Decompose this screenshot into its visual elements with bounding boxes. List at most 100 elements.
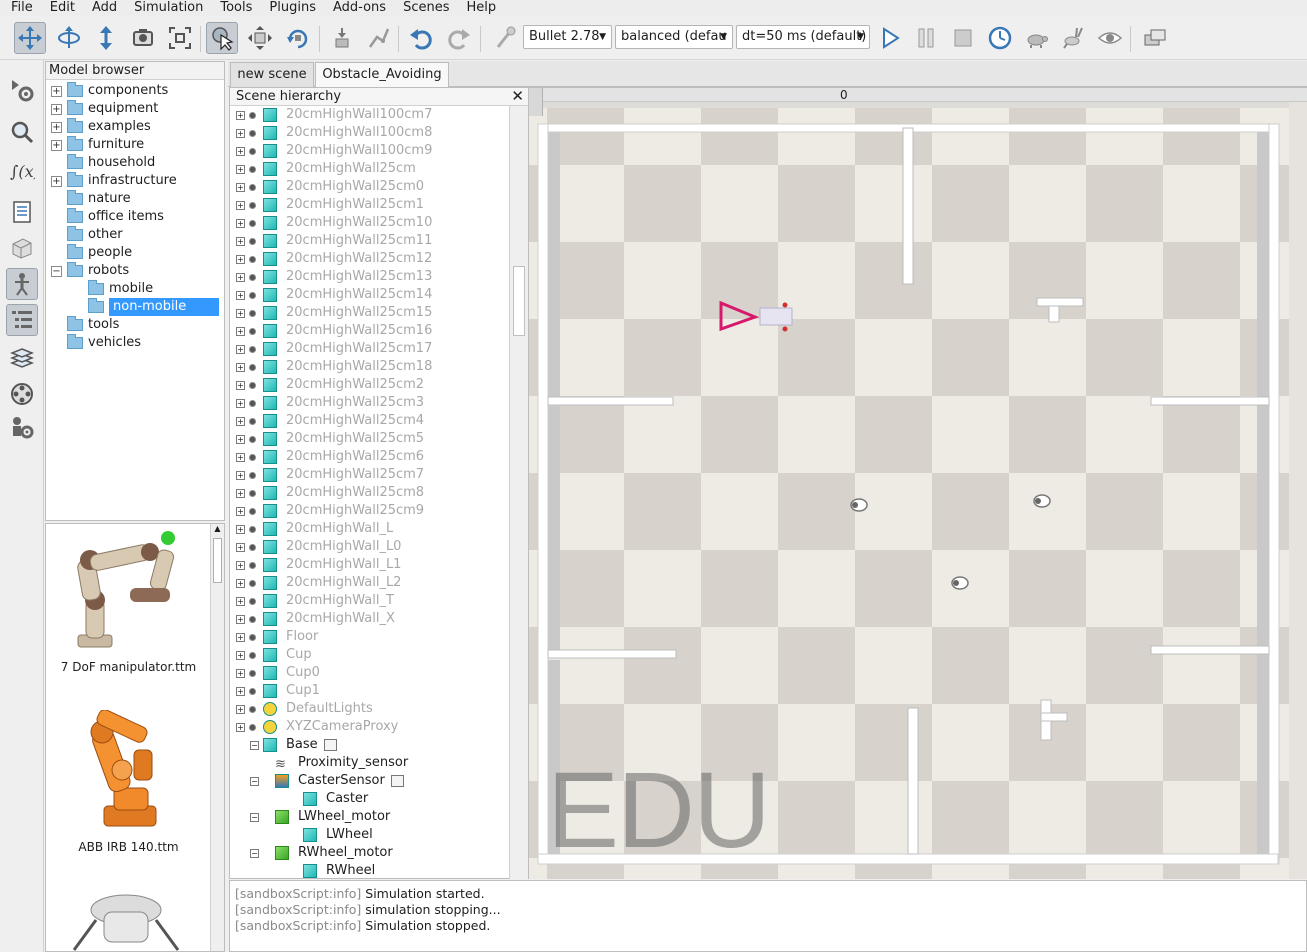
expand-icon[interactable]: + [236, 272, 245, 282]
hierarchy-item[interactable]: + Floor [236, 628, 318, 646]
thumbnail-7dof[interactable]: 7 DoF manipulator.ttm [46, 524, 211, 684]
hierarchy-item[interactable]: +20cmHighWall25cm13 [236, 268, 432, 286]
hierarchy-item[interactable]: +20cmHighWall25cm1 [236, 196, 424, 214]
model-folder-household[interactable]: household [51, 154, 155, 172]
undo-icon[interactable] [405, 22, 437, 54]
model-folder-people[interactable]: people [51, 244, 132, 262]
collapse-icon[interactable]: − [51, 265, 62, 277]
expand-icon[interactable]: + [236, 524, 245, 534]
expand-icon[interactable]: + [236, 542, 245, 552]
hierarchy-item[interactable]: +20cmHighWall_L0 [236, 538, 401, 556]
expand-icon[interactable]: + [236, 362, 245, 372]
script-icon[interactable] [390, 775, 404, 787]
tab-new-scene[interactable]: new scene [230, 62, 314, 88]
expand-icon[interactable]: + [236, 488, 245, 498]
hierarchy-item[interactable]: RWheel [250, 862, 375, 878]
hierarchy-item[interactable]: +20cmHighWall_L1 [236, 556, 401, 574]
model-folder-equipment[interactable]: + equipment [51, 100, 158, 118]
expand-icon[interactable]: + [51, 121, 62, 133]
video-recorder-icon[interactable] [6, 378, 38, 410]
simulation-settings-icon[interactable] [6, 74, 38, 106]
magnifier-icon[interactable] [6, 116, 38, 148]
calculation-modules-icon[interactable]: ∫(x) [6, 154, 38, 186]
hierarchy-item[interactable]: LWheel [250, 826, 373, 844]
camera-shift-icon[interactable] [90, 22, 122, 54]
expand-icon[interactable]: + [236, 254, 245, 264]
hierarchy-item[interactable]: +20cmHighWall_L [236, 520, 393, 538]
expand-icon[interactable]: + [51, 175, 62, 187]
menu-add[interactable]: Add [81, 1, 123, 15]
menu-plugins[interactable]: Plugins [258, 1, 322, 15]
dynamics-toggle-icon[interactable] [490, 22, 522, 54]
physics-engine-select[interactable]: Bullet 2.78 ▼ [523, 25, 612, 49]
expand-icon[interactable]: + [236, 506, 245, 516]
model-folder-nature[interactable]: nature [51, 190, 131, 208]
collapse-icon[interactable]: − [250, 812, 259, 822]
model-folder-vehicles[interactable]: vehicles [51, 334, 141, 352]
collapse-icon[interactable]: − [250, 848, 259, 858]
user-settings-icon[interactable] [6, 412, 38, 444]
collapse-icon[interactable]: − [250, 740, 259, 750]
hierarchy-item[interactable]: +20cmHighWall25cm4 [236, 412, 424, 430]
transfer-dna-icon[interactable] [362, 22, 394, 54]
expand-icon[interactable]: + [236, 200, 245, 210]
expand-icon[interactable]: + [236, 578, 245, 588]
hierarchy-item[interactable]: +20cmHighWall100cm8 [236, 124, 432, 142]
assemble-icon[interactable] [326, 22, 358, 54]
model-folder-components[interactable]: + components [51, 82, 168, 100]
expand-icon[interactable]: + [236, 704, 245, 714]
expand-icon[interactable]: + [51, 103, 62, 115]
stop-icon[interactable] [947, 22, 979, 54]
expand-icon[interactable]: + [236, 182, 245, 192]
play-icon[interactable] [874, 22, 906, 54]
tab-obstacle-avoiding[interactable]: Obstacle_Avoiding [315, 62, 449, 88]
hierarchy-item[interactable]: +20cmHighWall25cm3 [236, 394, 424, 412]
camera-angle-icon[interactable] [127, 22, 159, 54]
hierarchy-item[interactable]: +20cmHighWall25cm5 [236, 430, 424, 448]
hierarchy-item[interactable]: +20cmHighWall_L2 [236, 574, 401, 592]
expand-icon[interactable]: + [236, 308, 245, 318]
scene-viewport[interactable]: 0 EDU [529, 87, 1307, 879]
hierarchy-item[interactable]: +20cmHighWall25cm12 [236, 250, 432, 268]
hierarchy-item[interactable]: + DefaultLights [236, 700, 373, 718]
expand-icon[interactable]: + [236, 434, 245, 444]
expand-icon[interactable]: + [236, 344, 245, 354]
fit-to-view-icon[interactable] [164, 22, 196, 54]
hierarchy-item[interactable]: +20cmHighWall25cm6 [236, 448, 424, 466]
thumbnail-abb-irb140[interactable]: ABB IRB 140.ttm [46, 704, 211, 864]
hierarchy-item[interactable]: +20cmHighWall_T [236, 592, 394, 610]
timestep-select[interactable]: dt=50 ms (default) ▼ [736, 25, 870, 49]
expand-icon[interactable]: + [236, 398, 245, 408]
faster-icon[interactable] [1057, 22, 1089, 54]
expand-icon[interactable]: + [236, 164, 245, 174]
expand-icon[interactable]: + [236, 668, 245, 678]
expand-icon[interactable]: + [51, 139, 62, 151]
hierarchy-item[interactable]: +20cmHighWall25cm17 [236, 340, 432, 358]
hierarchy-item[interactable]: +20cmHighWall25cm15 [236, 304, 432, 322]
model-folder-tools[interactable]: tools [51, 316, 119, 334]
hierarchy-scrollbar[interactable] [509, 106, 528, 879]
hierarchy-item[interactable]: +20cmHighWall25cm14 [236, 286, 432, 304]
hierarchy-item[interactable]: +20cmHighWall25cm11 [236, 232, 432, 250]
hierarchy-item[interactable]: +20cmHighWall25cm0 [236, 178, 424, 196]
hierarchy-item[interactable]: +20cmHighWall100cm9 [236, 142, 432, 160]
expand-icon[interactable]: + [236, 560, 245, 570]
viewport-corner-button[interactable] [529, 88, 543, 116]
expand-icon[interactable]: + [236, 686, 245, 696]
expand-icon[interactable]: + [236, 452, 245, 462]
hierarchy-item[interactable]: ≋ Proximity_sensor [250, 754, 408, 772]
object-shift-icon[interactable] [244, 22, 276, 54]
hierarchy-item[interactable]: − CasterSensor [250, 772, 404, 790]
expand-icon[interactable]: + [236, 380, 245, 390]
expand-icon[interactable]: + [236, 290, 245, 300]
hierarchy-item[interactable]: +20cmHighWall25cm9 [236, 502, 424, 520]
menu-addons[interactable]: Add-ons [322, 1, 392, 15]
menu-edit[interactable]: Edit [39, 1, 81, 15]
slower-icon[interactable] [1021, 22, 1053, 54]
hierarchy-item[interactable]: + Cup0 [236, 664, 320, 682]
model-folder-non-mobile[interactable]: non-mobile [88, 298, 219, 316]
expand-icon[interactable]: + [236, 596, 245, 606]
scene-layers-icon[interactable] [1139, 22, 1171, 54]
hierarchy-item[interactable]: +20cmHighWall25cm7 [236, 466, 424, 484]
expand-icon[interactable]: + [236, 722, 245, 732]
